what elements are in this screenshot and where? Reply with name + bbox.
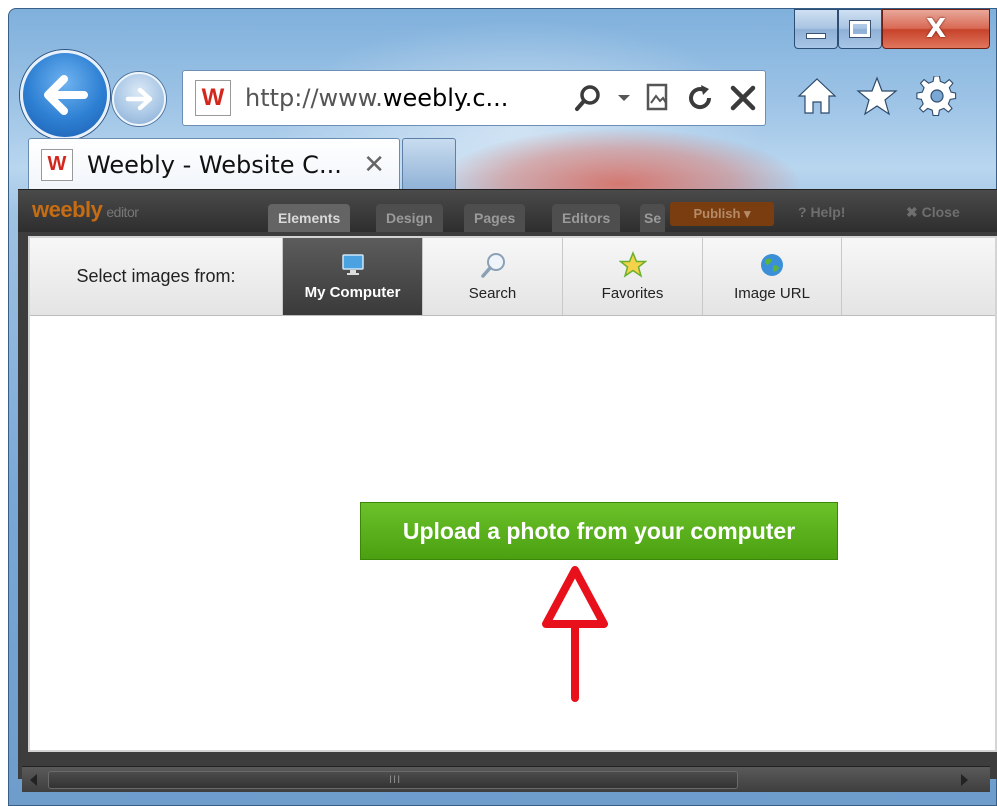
horizontal-scrollbar[interactable]: III — [22, 766, 990, 792]
new-tab-button[interactable] — [402, 138, 456, 190]
upload-photo-button[interactable]: Upload a photo from your computer — [360, 502, 838, 560]
editor-tab-label: Design — [386, 210, 433, 226]
tab-favicon-icon: W — [41, 148, 73, 181]
close-icon: X — [925, 14, 947, 44]
weebly-logo-suffix: editor — [106, 204, 139, 220]
favorites-star-icon[interactable] — [856, 76, 898, 116]
star-icon — [618, 251, 647, 278]
scrollbar-thumb[interactable]: III — [48, 771, 738, 789]
url-text[interactable]: http://www.weebly.c... — [245, 84, 508, 112]
address-bar-icons — [573, 83, 757, 113]
refresh-icon[interactable] — [685, 83, 715, 113]
back-arrow-icon — [44, 75, 88, 115]
editor-tab-label: Pages — [474, 210, 516, 226]
close-window-button[interactable]: X — [882, 9, 990, 49]
globe-icon — [761, 254, 783, 276]
source-image-url[interactable]: Image URL — [702, 238, 842, 315]
minimize-button[interactable] — [794, 9, 838, 49]
select-images-label: Select images from: — [76, 266, 236, 286]
red-arrow-annotation — [542, 566, 608, 702]
browser-toolbar — [796, 76, 958, 116]
compatibility-view-icon[interactable] — [645, 83, 671, 113]
page-viewport: weebly editor Elements Design Pages Edito… — [18, 189, 997, 779]
editor-close-link[interactable]: ✖ Close — [906, 204, 960, 221]
source-search[interactable]: Search — [422, 238, 562, 315]
weebly-editor-bar: weebly editor Elements Design Pages Edito… — [18, 190, 997, 232]
source-label: Favorites — [601, 285, 664, 302]
forward-button[interactable] — [112, 72, 166, 126]
minimize-icon — [806, 33, 826, 39]
gear-icon[interactable] — [916, 76, 958, 116]
editor-tab-settings[interactable]: Se — [640, 204, 666, 232]
scroll-right-icon[interactable] — [961, 774, 968, 786]
source-label: My Computer — [304, 284, 401, 301]
editor-tab-label: Elements — [278, 210, 341, 226]
source-label: Image URL — [734, 285, 810, 302]
scrollbar-grip: III — [389, 774, 402, 786]
url-domain: weebly.c... — [382, 84, 509, 112]
tab-title: Weebly - Website C... — [87, 150, 342, 179]
search-icon[interactable] — [573, 83, 603, 113]
back-button[interactable] — [20, 50, 110, 140]
image-upload-dialog: Select images from: My Computer Search F… — [28, 236, 997, 752]
source-label: Search — [468, 285, 517, 302]
maximize-button[interactable] — [838, 9, 882, 49]
help-link[interactable]: ? Help! — [798, 204, 845, 220]
home-icon[interactable] — [796, 76, 838, 116]
source-my-computer[interactable]: My Computer — [282, 238, 422, 315]
source-favorites[interactable]: Favorites — [562, 238, 702, 315]
editor-tab-pages[interactable]: Pages — [464, 204, 526, 232]
url-prefix: http://www. — [245, 84, 383, 112]
stop-icon[interactable] — [729, 84, 757, 112]
weebly-logo: weebly editor — [32, 197, 139, 223]
editor-tab-label: Se — [644, 210, 662, 226]
monitor-icon — [341, 254, 364, 275]
address-bar[interactable]: W http://www.weebly.c... — [182, 70, 766, 126]
maximize-icon — [849, 20, 871, 38]
magnifier-icon — [480, 253, 505, 278]
site-favicon-icon: W — [195, 80, 231, 116]
tab-close-icon[interactable]: ✕ — [363, 150, 385, 180]
editor-tab-design[interactable]: Design — [376, 204, 443, 232]
scroll-left-icon[interactable] — [30, 774, 37, 786]
dropdown-icon[interactable] — [617, 93, 631, 103]
publish-button[interactable]: Publish ▾ — [670, 202, 774, 226]
browser-tab[interactable]: W Weebly - Website C... ✕ — [28, 138, 400, 190]
editor-tab-elements[interactable]: Elements — [268, 204, 351, 232]
editor-tab-editors[interactable]: Editors — [552, 204, 621, 232]
weebly-logo-text: weebly — [32, 197, 103, 222]
image-source-bar: Select images from: My Computer Search F… — [30, 238, 995, 316]
forward-arrow-icon — [125, 87, 153, 111]
window-caption-buttons: X — [794, 9, 990, 49]
editor-tab-label: Editors — [562, 210, 611, 226]
